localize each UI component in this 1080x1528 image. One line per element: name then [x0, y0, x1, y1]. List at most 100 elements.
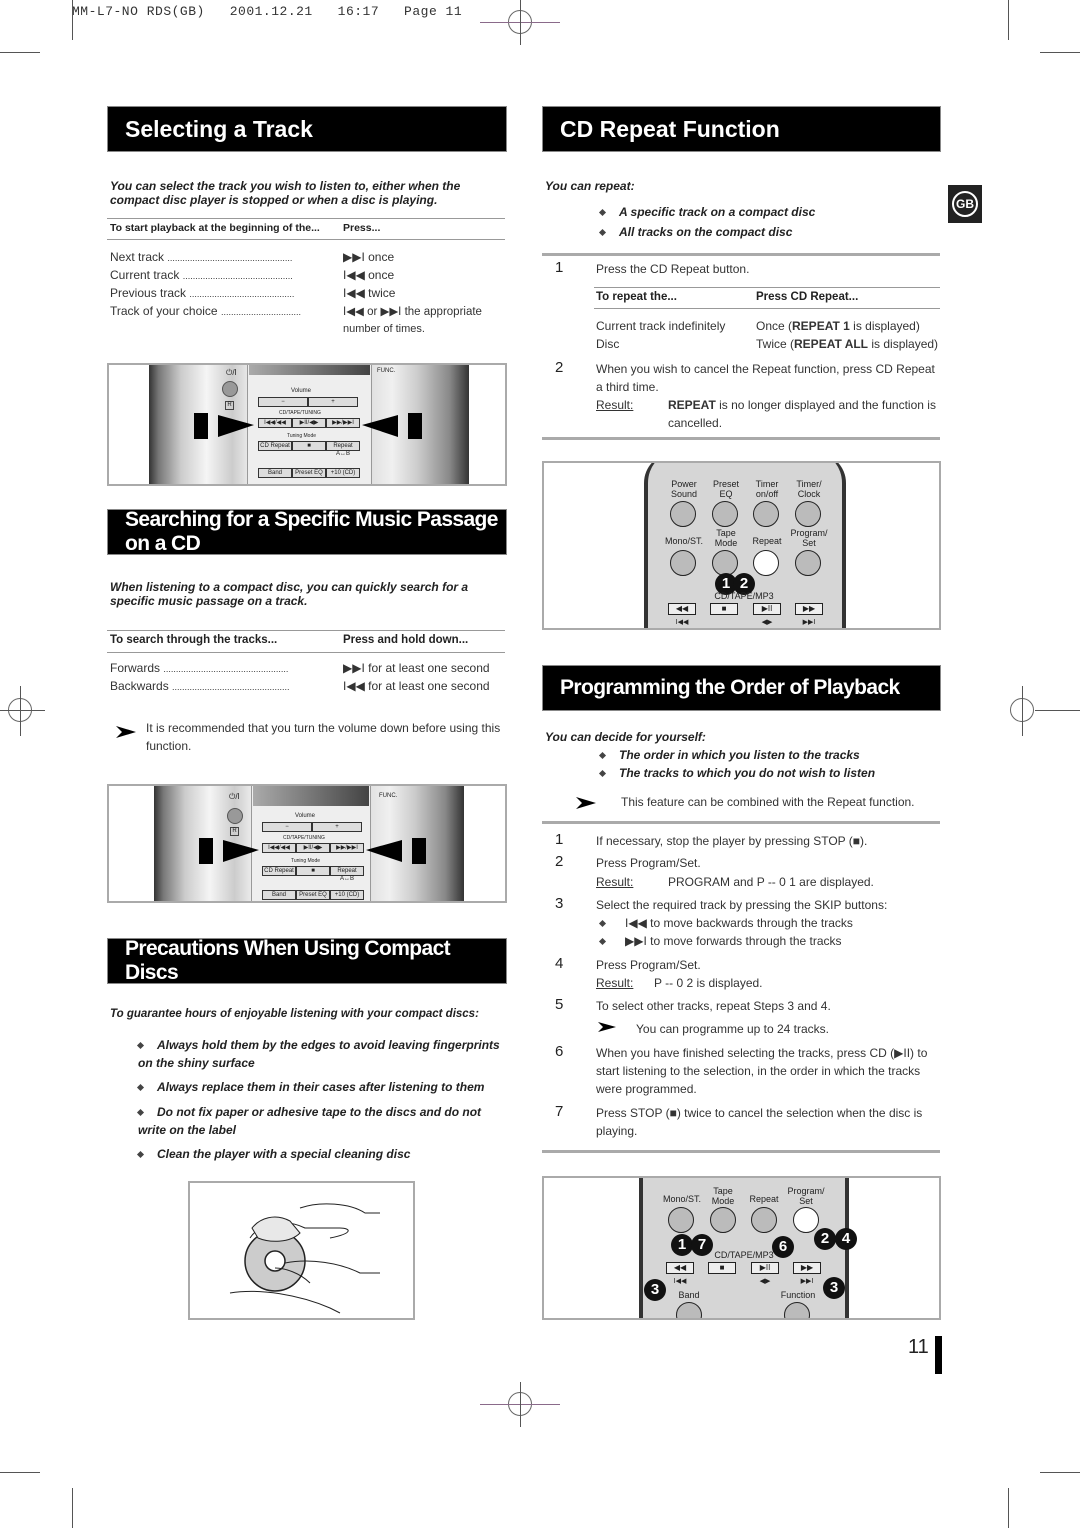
skip-back-button[interactable]: I◀◀/◀◀ [258, 418, 292, 428]
preset-eq-button[interactable] [712, 501, 738, 527]
band-button[interactable]: Band [258, 468, 292, 478]
program-set-button[interactable] [793, 1207, 819, 1233]
plus10-button[interactable]: +10 (CD) [326, 468, 360, 478]
bullet-text: The order in which you listen to the tra… [619, 748, 860, 762]
table-header-col1: To start playback at the beginning of th… [110, 222, 320, 234]
disc-cleaning-illustration [188, 1181, 415, 1320]
rewind-button[interactable]: ◀◀ [668, 603, 696, 615]
fast-forward-button[interactable]: ▶▶ [795, 603, 823, 615]
cd-repeat-button[interactable]: CD Repeat [262, 866, 296, 876]
skip-back-button[interactable]: I◀◀/◀◀ [262, 843, 296, 853]
button-label: Tape Mode [714, 528, 738, 548]
power-button[interactable] [227, 808, 243, 824]
func-label: FUNC. [379, 793, 398, 799]
play-pause-button[interactable]: ▶II [751, 1262, 779, 1274]
programming-intro: You can decide for yourself: [545, 730, 706, 744]
leader-dots: ........................................… [189, 289, 295, 299]
bullet-diamond-icon [136, 1109, 145, 1117]
bullet-diamond-icon [598, 770, 607, 778]
volume-down-button[interactable]: − [262, 822, 312, 832]
sub-label: I◀◀ [675, 619, 689, 626]
step-text: Press STOP (■) twice to cancel the selec… [596, 1106, 923, 1138]
power-sound-button[interactable] [670, 501, 696, 527]
button-label: Repeat [749, 1194, 779, 1204]
skip-forward-button[interactable]: ▶▶/▶▶I [330, 843, 364, 853]
precautions-intro: To guarantee hours of enjoyable listenin… [110, 1008, 479, 1020]
mono-st-button[interactable] [670, 550, 696, 576]
stop-button[interactable]: ■ [708, 1262, 736, 1274]
power-button[interactable] [222, 381, 238, 397]
bullet-diamond-icon [598, 209, 607, 217]
mono-st-button[interactable] [668, 1207, 694, 1233]
arrow-pointer-left-icon [199, 838, 259, 864]
table-header-col2: Press... [343, 222, 381, 234]
crop-mark [0, 52, 40, 53]
sub-bullet: I◀◀ to move backwards through the tracks [598, 914, 853, 932]
repeat-button[interactable] [753, 550, 779, 576]
cd-repeat-intro: You can repeat: [545, 179, 635, 193]
divider [542, 253, 940, 256]
crop-mark [1008, 0, 1009, 40]
row-action: I◀◀ twice [343, 286, 396, 300]
divider [107, 630, 505, 631]
display-text: REPEAT ALL [794, 337, 869, 351]
play-pause-button[interactable]: ▶II [753, 603, 781, 615]
volume-up-button[interactable]: + [312, 822, 362, 832]
band-button[interactable]: Band [262, 890, 296, 900]
arrow-pointer-right-icon [366, 838, 426, 864]
repeat-ab-button[interactable]: Repeat A↔B [330, 866, 364, 882]
volume-down-button[interactable]: − [258, 397, 308, 407]
text: Once ( [756, 319, 793, 333]
divider [107, 218, 505, 219]
play-pause-button[interactable]: ▶II/◀▶ [292, 418, 326, 428]
bullet-text: A specific track on a compact disc [619, 205, 816, 219]
preset-eq-button[interactable]: Preset EQ [296, 890, 330, 900]
step-number: 2 [555, 853, 564, 870]
repeat-button[interactable] [751, 1207, 777, 1233]
stop-button[interactable]: ■ [292, 441, 326, 451]
step-text: Press Program/Set. [596, 958, 701, 972]
repeat-ab-button[interactable]: Repeat A↔B [326, 441, 360, 457]
rewind-button[interactable]: ◀◀ [666, 1262, 694, 1274]
divider [542, 437, 940, 440]
preset-eq-button[interactable]: Preset EQ [292, 468, 326, 478]
tape-mode-button[interactable] [710, 1207, 736, 1233]
unit-panel-illustration: ⏻/I R FUNC. Volume − + CD/TAPE/TUNING I◀… [107, 784, 507, 903]
play-pause-button[interactable]: ▶II/◀▶ [296, 843, 330, 853]
sub-label: ◀▶ [761, 619, 773, 626]
timer-clock-button[interactable] [795, 501, 821, 527]
divider [594, 308, 940, 309]
leader-dots: ........................................… [172, 682, 290, 692]
leader-dots: ................................ [220, 307, 301, 317]
text: is displayed) [868, 337, 939, 351]
section-title-selecting-track: Selecting a Track [107, 106, 507, 152]
cd-repeat-button[interactable]: CD Repeat [258, 441, 292, 451]
step-number: 6 [555, 1043, 564, 1060]
step-number: 2 [555, 359, 564, 376]
note-arrow-icon [576, 797, 596, 809]
button-label: Program/ Set [790, 528, 828, 548]
step-number: 3 [555, 895, 564, 912]
volume-label: Volume [291, 388, 312, 394]
arrow-pointer-left-icon [194, 413, 254, 439]
program-set-button[interactable] [795, 550, 821, 576]
leader-dots: ........................................… [163, 664, 289, 674]
stop-button[interactable]: ■ [296, 866, 330, 876]
remote-illustration: Power Sound Preset EQ Timer on/off Timer… [542, 461, 941, 630]
divider [107, 652, 505, 653]
plus10-button[interactable]: +10 (CD) [330, 890, 364, 900]
callout-step-4: 4 [835, 1228, 857, 1250]
timer-onoff-button[interactable] [753, 501, 779, 527]
bullet-text: The tracks to which you do not wish to l… [619, 766, 876, 780]
section-title-programming: Programming the Order of Playback [542, 665, 941, 711]
fast-forward-button[interactable]: ▶▶ [793, 1262, 821, 1274]
programming-bullet: The tracks to which you do not wish to l… [598, 766, 876, 780]
table-header-col2: Press and hold down... [343, 634, 469, 646]
stop-button[interactable]: ■ [710, 603, 738, 615]
divider [107, 239, 505, 240]
text: Twice ( [756, 337, 795, 351]
result-label: Result: [596, 976, 634, 990]
programming-bullet: The order in which you listen to the tra… [598, 748, 860, 762]
volume-up-button[interactable]: + [308, 397, 358, 407]
skip-forward-button[interactable]: ▶▶/▶▶I [326, 418, 360, 428]
